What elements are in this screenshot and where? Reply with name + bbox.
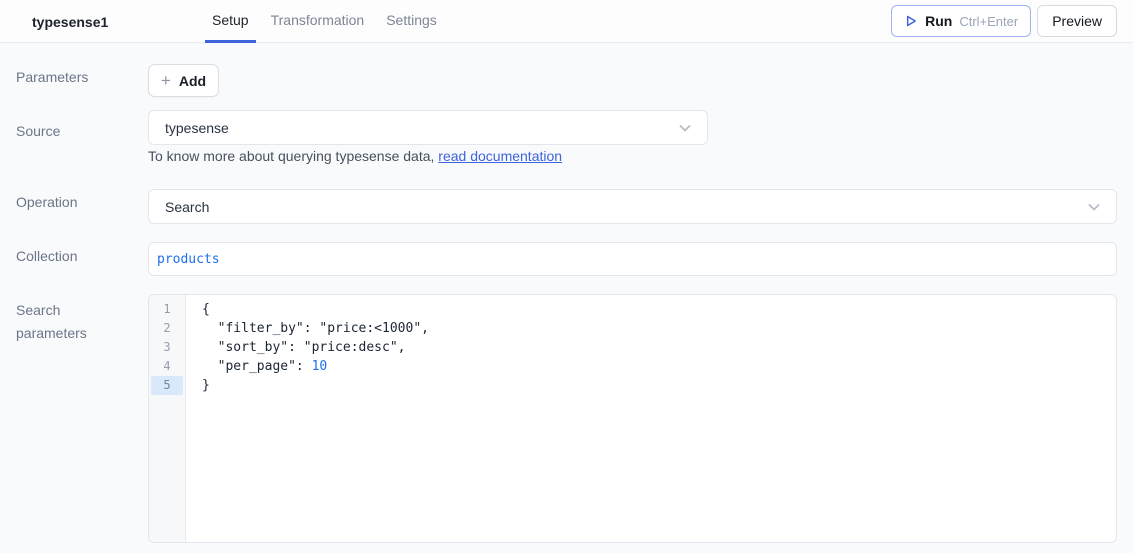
play-icon bbox=[904, 14, 918, 28]
line-number: 3 bbox=[163, 340, 171, 354]
chevron-down-icon bbox=[677, 120, 693, 136]
query-editor-header: typesense1 Setup Transformation Settings R… bbox=[0, 0, 1133, 43]
parameters-label: Parameters bbox=[16, 69, 89, 85]
code-token: "per_page": bbox=[202, 359, 312, 374]
source-value: typesense bbox=[165, 119, 229, 136]
collection-value: products bbox=[157, 251, 220, 267]
query-name[interactable]: typesense1 bbox=[32, 0, 108, 43]
tab-setup[interactable]: Setup bbox=[205, 0, 256, 43]
plus-icon: + bbox=[160, 71, 171, 90]
code-line[interactable]: "per_page": 10 bbox=[202, 357, 1116, 376]
add-parameter-button[interactable]: + Add bbox=[148, 64, 219, 97]
run-button[interactable]: Run Ctrl+Enter bbox=[891, 5, 1032, 37]
helper-prefix: To know more about querying typesense da… bbox=[148, 148, 439, 164]
add-label: Add bbox=[178, 72, 207, 89]
code-line[interactable]: "sort_by": "price:desc", bbox=[202, 338, 1116, 357]
line-number: 2 bbox=[163, 321, 171, 335]
source-select[interactable]: typesense bbox=[148, 110, 708, 145]
code-token: 10 bbox=[311, 359, 328, 374]
line-number: 5 bbox=[151, 376, 183, 395]
preview-label: Preview bbox=[1052, 13, 1102, 29]
read-documentation-link[interactable]: read documentation bbox=[438, 148, 562, 164]
collection-input[interactable]: products bbox=[148, 242, 1117, 276]
code-line[interactable]: { bbox=[202, 300, 1116, 319]
search-parameters-label-line2: parameters bbox=[16, 325, 87, 341]
line-number: 4 bbox=[163, 359, 171, 373]
operation-value: Search bbox=[165, 198, 210, 215]
chevron-down-icon bbox=[1086, 199, 1102, 215]
tabs: Setup Transformation Settings bbox=[205, 0, 444, 43]
operation-select[interactable]: Search bbox=[148, 189, 1117, 224]
code-token: "sort_by": "price:desc", bbox=[202, 340, 406, 355]
search-parameters-label: Search parameters bbox=[16, 299, 87, 345]
run-label: Run bbox=[925, 13, 953, 29]
source-label: Source bbox=[16, 123, 61, 139]
code-line[interactable]: } bbox=[202, 376, 1116, 395]
tab-settings[interactable]: Settings bbox=[379, 0, 444, 43]
operation-label: Operation bbox=[16, 194, 78, 210]
run-shortcut: Ctrl+Enter bbox=[959, 13, 1019, 29]
search-parameters-label-line1: Search bbox=[16, 302, 61, 318]
header-actions: Run Ctrl+Enter Preview bbox=[891, 5, 1117, 37]
tab-transformation[interactable]: Transformation bbox=[264, 0, 372, 43]
code-token: "filter_by": "price:<1000", bbox=[202, 321, 429, 336]
preview-button[interactable]: Preview bbox=[1037, 5, 1117, 37]
code-token: } bbox=[202, 378, 210, 393]
editor-code[interactable]: { "filter_by": "price:<1000", "sort_by":… bbox=[186, 295, 1116, 542]
collection-label: Collection bbox=[16, 248, 78, 264]
code-token: { bbox=[202, 302, 210, 317]
search-parameters-editor[interactable]: 1 2 3 4 5 { "filter_by": "price:<1000", "sor… bbox=[148, 294, 1117, 543]
editor-gutter: 1 2 3 4 5 bbox=[149, 295, 186, 542]
line-number: 1 bbox=[163, 302, 171, 316]
source-helper-text: To know more about querying typesense da… bbox=[148, 148, 562, 164]
code-line[interactable]: "filter_by": "price:<1000", bbox=[202, 319, 1116, 338]
